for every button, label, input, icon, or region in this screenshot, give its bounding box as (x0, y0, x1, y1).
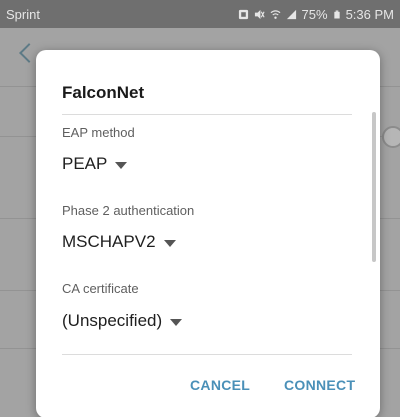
phase2-auth-dropdown[interactable]: MSCHAPV2 (62, 232, 176, 252)
carrier-name: Sprint (6, 6, 40, 22)
battery-percentage: 75% (301, 6, 328, 22)
title-divider (62, 114, 352, 115)
phase2-auth-value: MSCHAPV2 (62, 232, 156, 251)
mute-icon (254, 9, 265, 19)
eap-method-dropdown[interactable]: PEAP (62, 154, 128, 174)
ca-certificate-value: (Unspecified) (62, 311, 163, 330)
eap-method-value: PEAP (62, 154, 108, 173)
signal-icon (286, 9, 296, 19)
ca-certificate-label: CA certificate (62, 281, 139, 296)
cancel-button[interactable]: CANCEL (190, 377, 250, 393)
battery-icon (333, 10, 340, 18)
dialog-title: FalconNet (62, 83, 145, 102)
dropdown-arrow-icon (115, 161, 128, 169)
clock: 5:36 PM (345, 6, 394, 22)
wifi-connect-dialog: FalconNet EAP method PEAP Phase 2 authen… (36, 50, 380, 417)
wifi-icon (270, 9, 281, 19)
dropdown-arrow-icon (163, 239, 176, 247)
phase2-auth-label: Phase 2 authentication (62, 203, 195, 218)
buttons-divider (62, 354, 352, 355)
notification-icon (238, 9, 248, 19)
eap-method-label: EAP method (62, 125, 135, 140)
status-icons: 75% 5:36 PM (238, 7, 394, 22)
dropdown-arrow-icon (170, 318, 183, 326)
status-bar: Sprint 75% 5:36 PM (0, 0, 400, 28)
connect-button[interactable]: CONNECT (284, 377, 355, 393)
scrollbar[interactable] (372, 112, 376, 262)
toggle-switch (382, 126, 400, 148)
ca-certificate-dropdown[interactable]: (Unspecified) (62, 311, 183, 331)
